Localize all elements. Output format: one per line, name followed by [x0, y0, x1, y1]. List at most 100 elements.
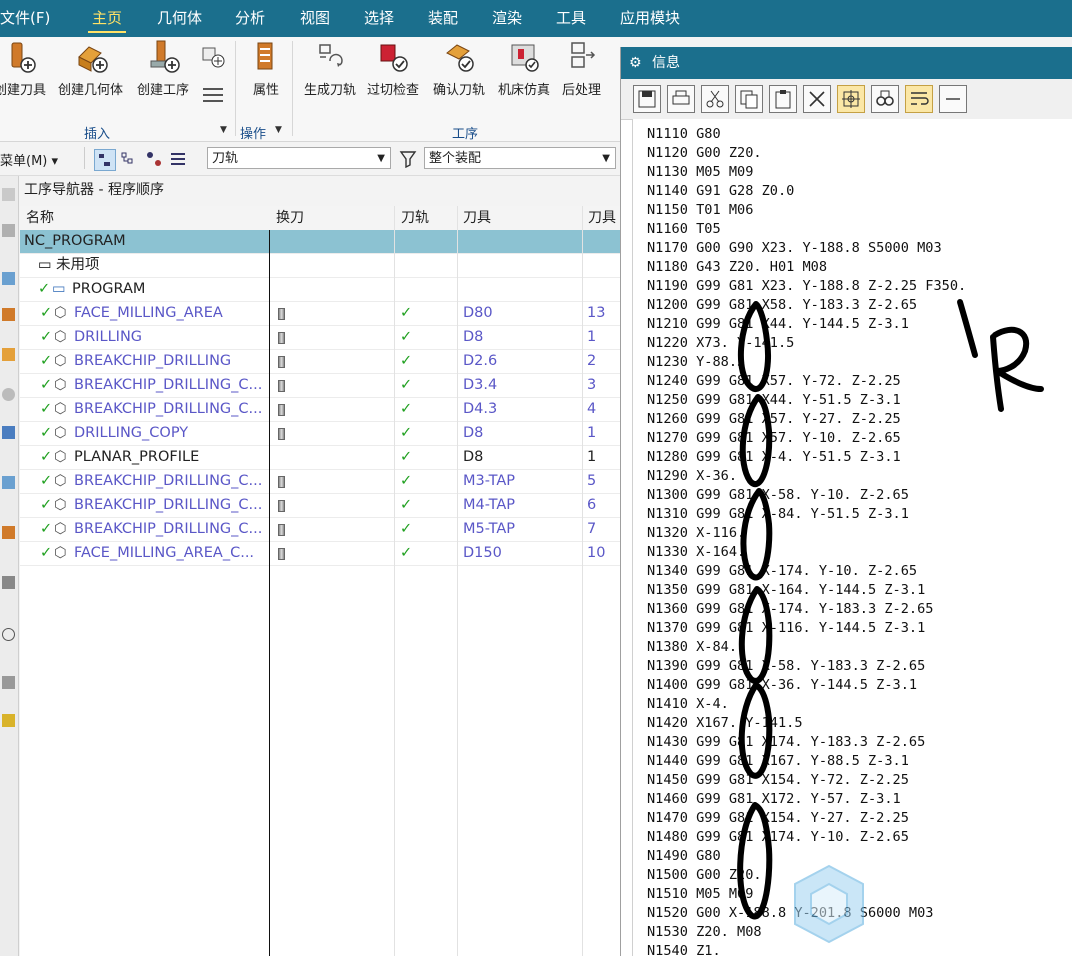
- save-icon[interactable]: [633, 85, 661, 113]
- filter-icon[interactable]: [399, 150, 419, 168]
- row-name: BREAKCHIP_DRILLING_C...: [74, 497, 263, 513]
- table-row[interactable]: ✓ ⬡ BREAKCHIP_DRILLING ✓ D2.6 2: [20, 350, 620, 374]
- cut-icon[interactable]: [701, 85, 729, 113]
- resource-web-icon[interactable]: [2, 388, 15, 401]
- column-tool-number-header[interactable]: 刀具: [582, 206, 620, 230]
- resource-constraint-icon[interactable]: [2, 272, 15, 285]
- resource-library-icon[interactable]: [2, 476, 15, 489]
- resource-assembly-icon[interactable]: [2, 224, 15, 237]
- collapse-icon[interactable]: [939, 85, 967, 113]
- menu-applications[interactable]: 应用模块: [620, 0, 680, 37]
- operation-icon: ⬡: [54, 329, 67, 345]
- generate-toolpath-button[interactable]: 生成刀轨: [304, 39, 356, 98]
- table-row[interactable]: ✓ ⬡ BREAKCHIP_DRILLING_C... ✓ M5-TAP 7: [20, 518, 620, 542]
- tool-change-icon: [278, 428, 285, 440]
- resource-operation-navigator-icon[interactable]: [2, 308, 15, 321]
- status-check-icon: ✓: [40, 377, 53, 393]
- create-tool-icon: [11, 42, 36, 73]
- menu-geometry[interactable]: 几何体: [157, 0, 202, 37]
- status-check-icon: ✓: [40, 353, 53, 369]
- type-filter-dropdown[interactable]: 刀轨 ▼: [207, 147, 391, 169]
- table-row[interactable]: ✓ ⬡ PLANAR_PROFILE ✓ D8 1: [20, 446, 620, 470]
- locate-icon[interactable]: [837, 85, 865, 113]
- geometry-view-icon[interactable]: [144, 149, 164, 169]
- create-tool-button[interactable]: 创建刀具: [0, 39, 46, 98]
- create-operation-button[interactable]: 创建工序: [137, 39, 189, 98]
- machine-simulation-button[interactable]: 机床仿真: [498, 39, 550, 98]
- group-insert-label: 插入: [84, 127, 111, 142]
- group-operations-dropdown-icon[interactable]: ▼: [275, 125, 282, 135]
- row-tool-number: 7: [587, 521, 597, 537]
- menu-select[interactable]: 选择: [364, 0, 394, 37]
- resource-part-navigator-icon[interactable]: [2, 188, 15, 201]
- print-icon[interactable]: [667, 85, 695, 113]
- folder-icon: ▭: [38, 257, 52, 273]
- create-operation-label: 创建工序: [137, 83, 190, 98]
- menu-assembly[interactable]: 装配: [428, 0, 458, 37]
- status-check-icon: ✓: [40, 521, 53, 537]
- menu-dropdown-button[interactable]: 菜单(M) ▾: [0, 150, 58, 169]
- column-toolchange-header[interactable]: 换刀: [270, 206, 395, 230]
- find-icon[interactable]: [871, 85, 899, 113]
- resource-process-icon[interactable]: [2, 576, 15, 589]
- table-row[interactable]: ✓ ⬡ BREAKCHIP_DRILLING_C... ✓ M4-TAP 6: [20, 494, 620, 518]
- menu-file[interactable]: 文件(F): [0, 0, 50, 37]
- resource-misc-icon[interactable]: [2, 714, 15, 727]
- copy-operation-icon[interactable]: [200, 45, 226, 69]
- column-name-header[interactable]: 名称: [20, 206, 270, 230]
- resource-roles-icon[interactable]: [2, 426, 15, 439]
- row-tool: D8: [463, 449, 484, 465]
- scope-dropdown[interactable]: 整个装配 ▼: [424, 147, 616, 169]
- resource-history-icon[interactable]: [2, 526, 15, 539]
- table-row[interactable]: ▭ 未用项: [20, 254, 620, 278]
- operation-icon: ⬡: [54, 377, 67, 393]
- menu-render[interactable]: 渲染: [492, 0, 522, 37]
- info-window: ⚙ 信息 N1100 X167. Y-141.5N1110 G80N1120 G…: [620, 47, 1072, 956]
- column-toolpath-header[interactable]: 刀轨: [395, 206, 457, 230]
- table-row[interactable]: ✓ ▭ PROGRAM: [20, 278, 620, 302]
- status-check-icon: ✓: [40, 497, 53, 513]
- table-row[interactable]: ✓ ⬡ FACE_MILLING_AREA ✓ D80 13: [20, 302, 620, 326]
- group-insert-dropdown-icon[interactable]: ▼: [220, 125, 227, 135]
- operation-icon: ⬡: [54, 545, 67, 561]
- row-name: BREAKCHIP_DRILLING_C...: [74, 401, 263, 417]
- gear-icon[interactable]: ⚙: [629, 47, 642, 79]
- table-row[interactable]: NC_PROGRAM: [20, 230, 620, 254]
- column-tool-header[interactable]: 刀具: [457, 206, 582, 230]
- gouge-check-button[interactable]: 过切检查: [367, 39, 419, 98]
- create-geometry-button[interactable]: 创建几何体: [58, 39, 123, 98]
- menu-tools[interactable]: 工具: [556, 0, 586, 37]
- status-check-icon: ✓: [40, 329, 53, 345]
- table-row[interactable]: ✓ ⬡ BREAKCHIP_DRILLING_C... ✓ D4.3 4: [20, 398, 620, 422]
- properties-button[interactable]: 属性: [248, 39, 284, 98]
- resource-clock-icon[interactable]: [2, 628, 15, 641]
- machine-tool-view-icon[interactable]: [118, 149, 138, 169]
- table-row[interactable]: ✓ ⬡ BREAKCHIP_DRILLING_C... ✓ M3-TAP 5: [20, 470, 620, 494]
- toolpath-check-icon: ✓: [400, 353, 413, 369]
- menu-home[interactable]: 主页: [87, 0, 127, 37]
- delete-icon[interactable]: [803, 85, 831, 113]
- word-wrap-icon[interactable]: [905, 85, 933, 113]
- selection-toolbar: 菜单(M) ▾ 刀轨 ▼ 整个装配 ▼: [0, 142, 620, 176]
- menu-analysis[interactable]: 分析: [235, 0, 265, 37]
- row-tool-number: 1: [587, 449, 597, 465]
- row-tool: M5-TAP: [463, 521, 516, 537]
- machining-method-view-icon[interactable]: [168, 149, 188, 169]
- info-title: 信息: [652, 55, 680, 71]
- table-row[interactable]: ✓ ⬡ FACE_MILLING_AREA_C... ✓ D150 10: [20, 542, 620, 566]
- table-row[interactable]: ✓ ⬡ DRILLING ✓ D8 1: [20, 326, 620, 350]
- resource-tools-icon[interactable]: [2, 676, 15, 689]
- edit-object-icon[interactable]: [200, 83, 226, 107]
- verify-toolpath-icon: [446, 44, 474, 72]
- resource-machine-navigator-icon[interactable]: [2, 348, 15, 361]
- menu-view[interactable]: 视图: [300, 0, 330, 37]
- copy-icon[interactable]: [735, 85, 763, 113]
- paste-icon[interactable]: [769, 85, 797, 113]
- program-order-view-icon[interactable]: [94, 149, 116, 171]
- table-row[interactable]: ✓ ⬡ BREAKCHIP_DRILLING_C... ✓ D3.4 3: [20, 374, 620, 398]
- verify-toolpath-button[interactable]: 确认刀轨: [433, 39, 485, 98]
- row-name: BREAKCHIP_DRILLING_C...: [74, 377, 263, 393]
- postprocess-button[interactable]: 后处理: [562, 39, 601, 98]
- info-text-area[interactable]: N1100 X167. Y-141.5N1110 G80N1120 G00 Z2…: [632, 119, 1072, 956]
- table-row[interactable]: ✓ ⬡ DRILLING_COPY ✓ D8 1: [20, 422, 620, 446]
